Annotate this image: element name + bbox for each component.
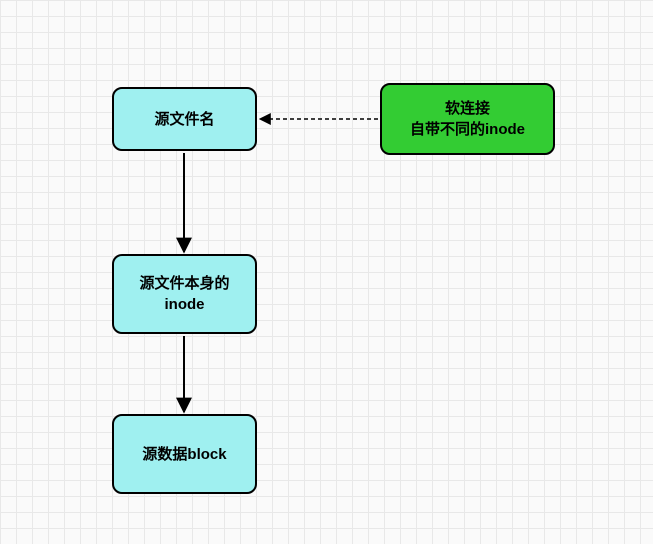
node-source-filename: 源文件名 [112, 87, 257, 151]
node-label: 源文件名 [154, 109, 214, 130]
node-source-block: 源数据block [112, 414, 257, 494]
node-source-inode: 源文件本身的 inode [112, 254, 257, 334]
node-label: 软连接 自带不同的inode [410, 98, 525, 140]
node-label: 源数据block [142, 444, 226, 465]
diagram-edges [0, 0, 653, 544]
node-label: 源文件本身的 inode [139, 273, 229, 315]
node-softlink: 软连接 自带不同的inode [380, 83, 555, 155]
